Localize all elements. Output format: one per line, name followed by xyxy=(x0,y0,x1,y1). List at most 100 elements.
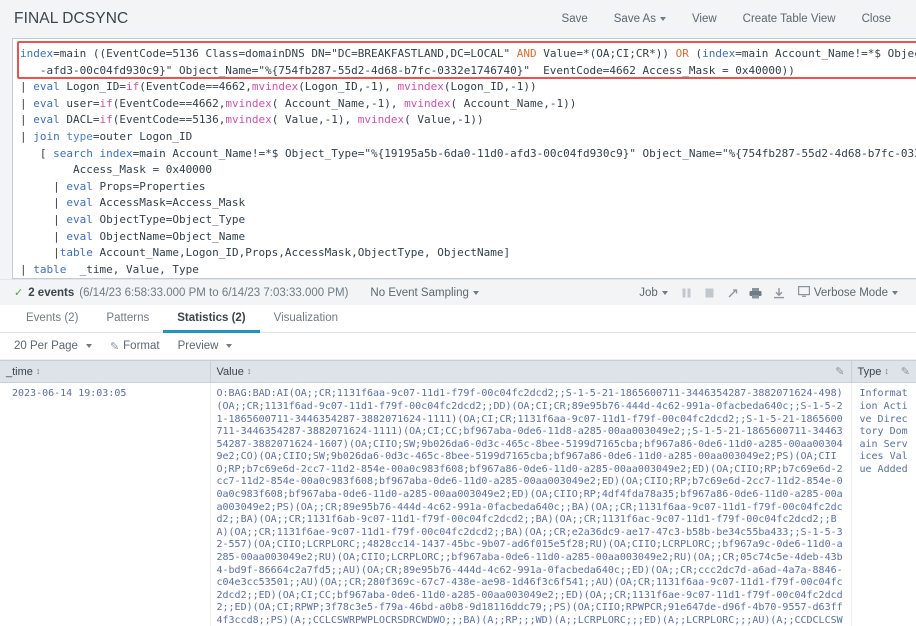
query-line-9: | eval ObjectName=Object_Name xyxy=(20,230,245,243)
query-line-hl-2: -afd3-00c04fd930c9}" Object_Name="%{754f… xyxy=(20,64,795,77)
splunk-search-app: FINAL DCSYNC Save Save As View Create Ta… xyxy=(0,0,916,626)
query-line-0: | eval Logon_ID=if(EventCode==4662,mvind… xyxy=(20,80,537,93)
query-line-6: | eval Props=Properties xyxy=(20,180,205,193)
column-header-time-sort[interactable]: _time↕ xyxy=(6,366,40,378)
search-region: index=main ((EventCode=5136 Class=domain… xyxy=(0,38,916,279)
chevron-down-icon xyxy=(86,344,92,348)
query-line-5: Access_Mask = 0x40000 xyxy=(20,163,212,176)
export-button[interactable] xyxy=(769,284,789,302)
close-label: Close xyxy=(862,13,891,25)
chevron-down-icon xyxy=(892,291,898,295)
search-input[interactable]: index=main ((EventCode=5136 Class=domain… xyxy=(12,38,916,279)
tab-visualization-label: Visualization xyxy=(274,312,338,324)
query-line-4: [ search index=main Account_Name!=*$ Obj… xyxy=(20,147,916,160)
job-label: Job xyxy=(639,287,658,299)
column-header-type-label: Type xyxy=(858,366,882,378)
column-header-value-sort[interactable]: Value↕ xyxy=(217,366,252,378)
sort-arrows-icon: ↕ xyxy=(36,367,41,376)
column-header-time-label: _time xyxy=(6,366,33,378)
close-button[interactable]: Close xyxy=(849,9,904,29)
cell-type[interactable]: Information Active Directory Domain Serv… xyxy=(851,383,916,626)
query-line-8: | eval ObjectType=Object_Type xyxy=(20,213,245,226)
column-header-type[interactable]: Type↕ ✎ xyxy=(851,361,916,383)
tab-statistics-label: Statistics (2) xyxy=(177,312,245,324)
job-status-bar: ✓ 2 events (6/14/23 6:58:33.000 PM to 6/… xyxy=(0,279,916,305)
query-line-11: | table _time, Value, Type xyxy=(20,263,199,276)
results-toolbar: 20 Per Page ✎ Format Preview xyxy=(0,333,916,360)
stop-icon xyxy=(705,288,714,298)
query-line-1: | eval user=if(EventCode==4662,mvindex( … xyxy=(20,97,576,110)
sort-arrows-icon: ↕ xyxy=(247,367,252,376)
query-line-hl-1: index=main ((EventCode=5136 Class=domain… xyxy=(20,47,916,60)
job-status-left: ✓ 2 events (6/14/23 6:58:33.000 PM to 6/… xyxy=(14,285,485,301)
view-label: View xyxy=(692,13,717,25)
column-header-type-sort[interactable]: Type↕ xyxy=(858,366,889,378)
sort-arrows-icon: ↕ xyxy=(884,367,889,376)
column-edit-value-icon[interactable]: ✎ xyxy=(835,365,844,378)
table-row[interactable]: 2023-06-14 19:03:05 O:BAG:BAD:AI(OA;;CR;… xyxy=(0,383,916,626)
cell-time: 2023-06-14 19:03:05 xyxy=(0,383,210,626)
preview-label: Preview xyxy=(178,340,219,352)
tab-events-label: Events (2) xyxy=(26,312,78,324)
table-header-row: _time↕ Value↕ ✎ Type↕ ✎ xyxy=(0,361,916,383)
share-button[interactable] xyxy=(723,284,743,302)
display-icon xyxy=(798,286,810,297)
tab-patterns-label: Patterns xyxy=(106,312,149,324)
view-button[interactable]: View xyxy=(679,9,730,29)
per-page-select[interactable]: 20 Per Page xyxy=(14,340,92,352)
column-edit-type-icon[interactable]: ✎ xyxy=(901,365,910,378)
format-button[interactable]: ✎ Format xyxy=(110,340,160,353)
per-page-label: 20 Per Page xyxy=(14,340,78,352)
tab-statistics[interactable]: Statistics (2) xyxy=(163,306,259,333)
event-sampling-label: No Event Sampling xyxy=(370,287,468,299)
results-table-wrap: _time↕ Value↕ ✎ Type↕ ✎ xyxy=(0,360,916,626)
preview-select[interactable]: Preview xyxy=(178,340,233,352)
tab-events[interactable]: Events (2) xyxy=(12,306,92,333)
event-sampling-select[interactable]: No Event Sampling xyxy=(364,285,484,301)
event-count: 2 events xyxy=(28,287,74,299)
job-menu[interactable]: Job xyxy=(633,285,674,301)
create-table-view-label: Create Table View xyxy=(743,13,836,25)
pause-button[interactable] xyxy=(677,284,697,302)
app-header: FINAL DCSYNC Save Save As View Create Ta… xyxy=(0,0,916,38)
checkmark-icon: ✓ xyxy=(14,286,23,299)
page-title: FINAL DCSYNC xyxy=(14,10,128,28)
save-button[interactable]: Save xyxy=(549,9,601,29)
create-table-view-button[interactable]: Create Table View xyxy=(730,9,849,29)
column-header-time[interactable]: _time↕ xyxy=(0,361,210,383)
event-count-group: ✓ 2 events (6/14/23 6:58:33.000 PM to 6/… xyxy=(14,286,348,299)
save-label: Save xyxy=(562,13,588,25)
share-icon xyxy=(727,287,739,299)
query-line-3: | join type=outer Logon_ID xyxy=(20,130,192,143)
chevron-down-icon xyxy=(226,344,232,348)
column-header-value-label: Value xyxy=(217,366,244,378)
print-icon xyxy=(749,287,762,299)
column-header-value[interactable]: Value↕ ✎ xyxy=(210,361,851,383)
event-time-range: (6/14/23 6:58:33.000 PM to 6/14/23 7:03:… xyxy=(79,287,348,299)
chevron-down-icon xyxy=(473,291,479,295)
tab-visualization[interactable]: Visualization xyxy=(260,306,352,333)
tab-patterns[interactable]: Patterns xyxy=(92,306,163,333)
query-line-10: |table Account_Name,Logon_ID,Props,Acces… xyxy=(20,246,510,259)
search-mode-select[interactable]: Verbose Mode xyxy=(792,284,904,301)
query-line-7: | eval AccessMask=Access_Mask xyxy=(20,196,245,209)
print-button[interactable] xyxy=(746,284,766,302)
stop-button[interactable] xyxy=(700,284,720,302)
chevron-down-icon xyxy=(662,291,668,295)
save-as-button[interactable]: Save As xyxy=(601,9,679,29)
query-line-2: | eval DACL=if(EventCode==5136,mvindex( … xyxy=(20,113,484,126)
export-icon xyxy=(773,287,785,299)
search-query-text[interactable]: index=main ((EventCode=5136 Class=domain… xyxy=(13,45,916,278)
search-row: index=main ((EventCode=5136 Class=domain… xyxy=(12,38,904,279)
pencil-icon: ✎ xyxy=(110,340,119,353)
chevron-down-icon xyxy=(660,17,666,21)
cell-value[interactable]: O:BAG:BAD:AI(OA;;CR;1131f6aa-9c07-11d1-f… xyxy=(210,383,851,626)
result-tabs: Events (2) Patterns Statistics (2) Visua… xyxy=(0,305,916,333)
pause-icon xyxy=(682,288,691,298)
format-label: Format xyxy=(123,340,159,352)
search-mode-label: Verbose Mode xyxy=(814,287,888,299)
cell-value-text: O:BAG:BAD:AI(OA;;CR;1131f6aa-9c07-11d1-f… xyxy=(217,388,845,626)
results-table: _time↕ Value↕ ✎ Type↕ ✎ xyxy=(0,360,916,626)
job-status-right: Job Verbose Mode xyxy=(633,284,904,302)
header-actions: Save Save As View Create Table View Clos… xyxy=(549,9,904,29)
